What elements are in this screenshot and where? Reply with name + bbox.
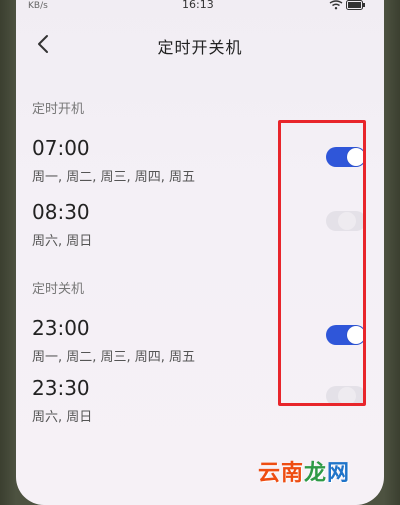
status-icons bbox=[329, 0, 366, 13]
schedule-time: 08:30 bbox=[32, 200, 90, 224]
watermark-part: 网 bbox=[326, 461, 350, 486]
schedule-days: 周一, 周二, 周三, 周四, 周五 bbox=[32, 170, 196, 185]
schedule-days: 周一, 周二, 周三, 周四, 周五 bbox=[32, 350, 196, 365]
watermark-part: 龙 bbox=[303, 461, 327, 486]
watermark-part: 云南 bbox=[257, 461, 304, 486]
page-title: 定时开关机 bbox=[157, 38, 243, 57]
highlight-annotation-box bbox=[278, 120, 366, 406]
status-bar: KB/s 16:13 bbox=[16, 0, 384, 16]
phone-screen: KB/s 16:13 定时开关机 定时开机 07:00 周一, 周二, 周三, … bbox=[16, 0, 384, 505]
schedule-time: 23:30 bbox=[32, 376, 90, 400]
section-title-power-on: 定时开机 bbox=[32, 102, 85, 117]
wifi-icon bbox=[329, 0, 346, 13]
watermark-logo: 云南龙网 bbox=[258, 455, 350, 487]
network-speed: KB/s bbox=[28, 1, 48, 11]
schedule-days: 周六, 周日 bbox=[32, 234, 93, 249]
schedule-days: 周六, 周日 bbox=[32, 410, 93, 425]
section-title-power-off: 定时关机 bbox=[32, 282, 85, 297]
app-header: 定时开关机 bbox=[16, 26, 384, 62]
device-frame: KB/s 16:13 定时开关机 定时开机 07:00 周一, 周二, 周三, … bbox=[0, 0, 400, 505]
status-time: 16:13 bbox=[182, 0, 214, 11]
schedule-time: 23:00 bbox=[32, 316, 90, 340]
battery-icon bbox=[346, 0, 366, 13]
schedule-time: 07:00 bbox=[32, 136, 90, 160]
